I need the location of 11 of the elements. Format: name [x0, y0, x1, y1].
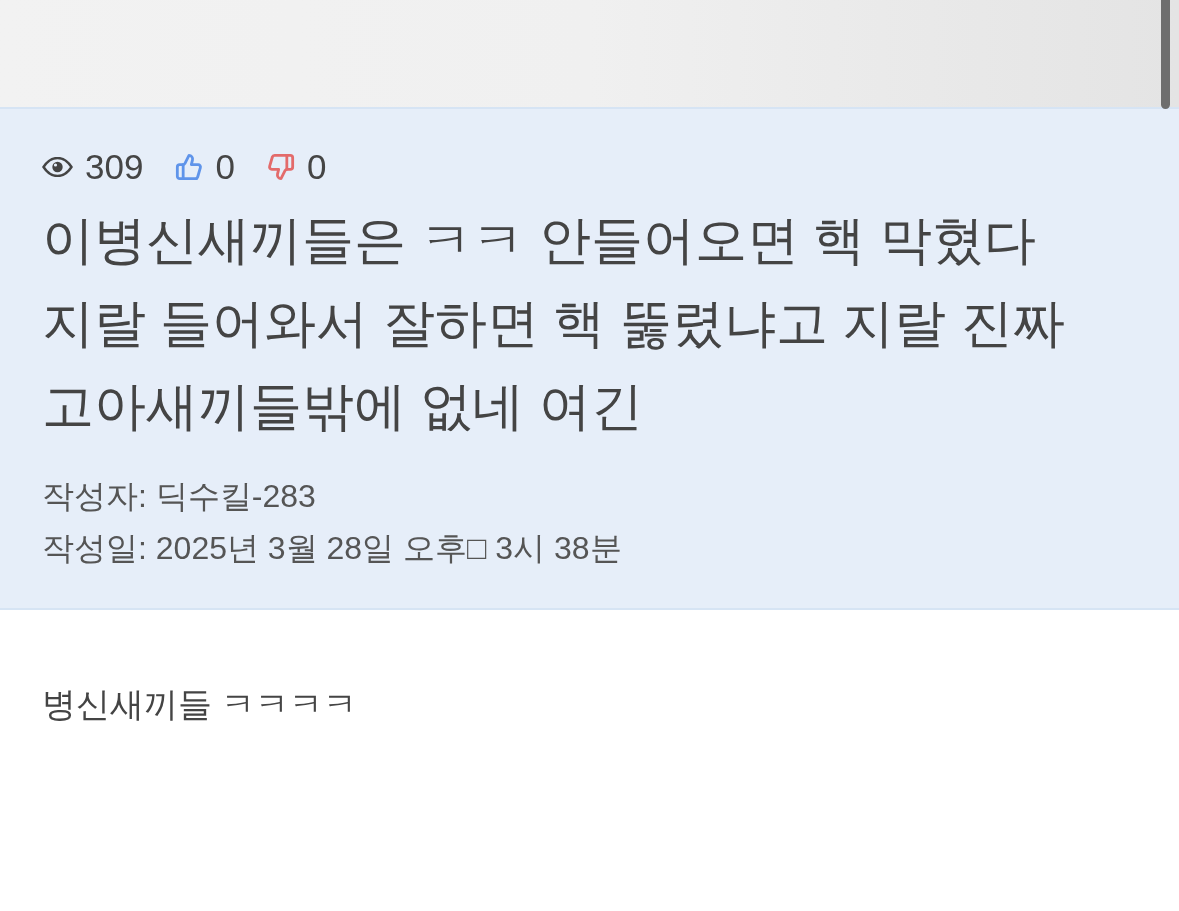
date-text: 작성일: 2025년 3월 28일 오후□ 3시 38분 — [42, 529, 623, 568]
like-count: 0 — [215, 147, 235, 187]
thumbs-up-icon[interactable] — [175, 153, 204, 181]
eye-icon — [42, 157, 73, 177]
thumbs-down-icon[interactable] — [266, 153, 295, 181]
post-title: 이병신새끼들은 ㅋㅋ 안들어오면 핵 막혔다 지랄 들어와서 잘하면 핵 뚫렸냐고 지랄 진짜 고아새끼들밖에 없네 여긴 — [42, 210, 1066, 437]
author-text: 작성자: 딕수킬-283 — [42, 477, 317, 516]
post-body-text: 병신새끼들 ㅋㅋㅋㅋ — [42, 684, 359, 725]
dislike-count: 0 — [306, 147, 327, 187]
view-count: 309 — [85, 147, 144, 187]
scrollbar-thumb[interactable] — [1161, 0, 1170, 109]
